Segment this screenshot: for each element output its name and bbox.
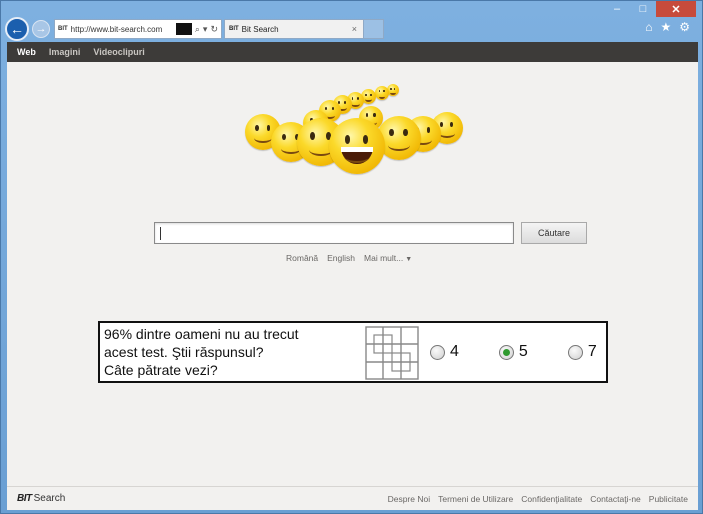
search-input[interactable] [155,223,513,244]
site-favicon-icon: BIT [58,26,68,32]
option-label: 4 [450,343,459,360]
search-input-box[interactable] [154,222,514,244]
maximize-icon[interactable]: □ [630,1,656,17]
address-url[interactable]: http://www.bit-search.com [71,25,176,34]
quiz-ad-banner[interactable]: 96% dintre oameni nu au trecut acest tes… [98,321,608,383]
tab-favicon-icon: BIT [229,26,239,32]
navigation-bar: ← → BIT http://www.bit-search.com ⌕ ▾ ↻ … [5,16,698,42]
footer-logo-text: Search [33,493,66,504]
browser-window: ‒ □ ✕ ← → BIT http://www.bit-search.com … [0,0,703,514]
footer-links: Despre Noi Termeni de Utilizare Confiden… [388,494,688,504]
arrow-left-icon: ← [10,21,24,37]
squares-grid-icon [365,326,419,380]
forward-button[interactable]: → [32,20,50,38]
new-tab-button[interactable] [364,19,384,39]
footer-link-termeni[interactable]: Termeni de Utilizare [438,494,513,504]
arrow-right-icon: → [35,23,47,35]
text-caret [160,227,161,240]
footer-logo-bit: BIT [17,493,32,504]
quiz-option-5[interactable]: 5 [498,343,528,361]
tab-bit-search[interactable]: BIT Bit Search × [224,19,364,39]
dropdown-arrow-icon: ▼ [405,256,413,263]
footer-link-confidentialitate[interactable]: Confidenţialitate [521,494,582,504]
page-footer: BIT Search Despre Noi Termeni de Utiliza… [7,486,698,510]
search-category-nav: Web Imagini Videoclipuri [7,42,698,62]
footer-link-contact[interactable]: Contactaţi-ne [590,494,641,504]
favorites-star-icon[interactable]: ★ [660,20,671,34]
window-controls: ‒ □ ✕ [604,1,696,17]
footer-link-publicitate[interactable]: Publicitate [649,494,688,504]
back-button[interactable]: ← [5,17,29,41]
radio-button-selected[interactable] [498,344,514,360]
chevron-down-icon[interactable]: ▾ [203,24,208,35]
nav-web[interactable]: Web [17,47,36,57]
smiley-logo-illustration [237,72,467,212]
nav-videoclipuri[interactable]: Videoclipuri [93,47,144,57]
search-button[interactable]: Căutare [521,222,587,244]
browser-tools: ⌂ ★ ⚙ [645,20,690,34]
quiz-line-3: Câte pătrate vezi? [104,362,218,378]
more-languages-link[interactable]: Mai mult... ▼ [364,253,412,263]
quiz-option-7[interactable]: 7 [567,343,597,361]
close-tab-icon[interactable]: × [352,24,357,34]
language-links: Română English Mai mult... ▼ [286,253,412,263]
minimize-icon[interactable]: ‒ [604,1,630,17]
radio-button[interactable] [567,344,583,360]
more-languages-label: Mai mult... [364,253,404,263]
language-link-romana[interactable]: Română [286,253,318,263]
home-icon[interactable]: ⌂ [645,20,652,34]
quiz-option-4[interactable]: 4 [430,343,459,361]
refresh-icon[interactable]: ↻ [210,24,218,35]
smiley-face-icon [329,118,385,174]
footer-link-despre-noi[interactable]: Despre Noi [388,494,431,504]
close-window-icon[interactable]: ✕ [656,1,696,17]
nav-imagini[interactable]: Imagini [49,47,81,57]
option-label: 5 [518,343,528,360]
option-label: 7 [587,343,597,360]
footer-logo[interactable]: BIT Search [17,493,65,504]
smiley-face-icon [375,86,389,100]
squares-puzzle-image [365,326,419,380]
page-viewport: Web Imagini Videoclipuri Căutare Română … [7,42,698,510]
quiz-question: 96% dintre oameni nu au trecut acest tes… [104,325,366,379]
radio-button[interactable] [430,344,445,360]
language-link-english[interactable]: English [327,253,355,263]
settings-gear-icon[interactable]: ⚙ [679,20,690,34]
address-bar[interactable]: BIT http://www.bit-search.com ⌕ ▾ ↻ [54,19,222,39]
quiz-options: 4 5 7 [430,343,597,361]
tab-title: Bit Search [241,24,279,34]
quiz-line-2: acest test. Ştii răspunsul? [104,344,264,360]
quiz-line-1: 96% dintre oameni nu au trecut [104,326,299,342]
search-icon[interactable]: ⌕ [195,24,200,35]
redaction-block [175,23,192,35]
